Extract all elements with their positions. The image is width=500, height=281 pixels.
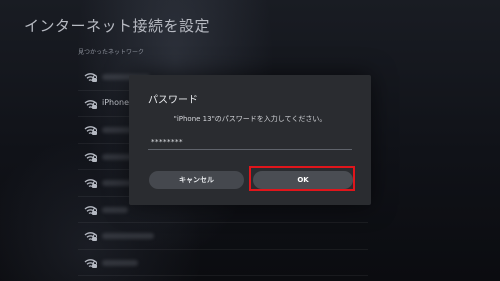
password-dialog: パスワード "iPhone 13"のパスワードを入力してください。 ******… [129,75,371,205]
lock-icon [92,128,97,135]
lock-icon [92,75,97,82]
dialog-title: パスワード [148,95,198,106]
found-networks-label: 見つかったネットワーク [78,49,145,56]
lock-icon [92,260,97,268]
network-name-blurred [102,233,154,239]
network-name-blurred [102,127,132,133]
lock-icon [92,234,97,241]
lock-icon [92,101,97,109]
password-input[interactable]: ******** [148,134,352,150]
network-list-item[interactable] [78,250,368,276]
lock-icon [92,207,97,215]
lock-icon [92,181,97,188]
network-setup-screen: インターネット接続を設定 見つかったネットワーク iPhone 1 パスワード … [0,0,500,281]
lock-icon [92,154,97,162]
dialog-message: "iPhone 13"のパスワードを入力してください。 [173,115,327,123]
network-list-item[interactable] [78,223,368,250]
network-name-blurred [102,259,138,266]
ok-button-highlight [249,166,355,191]
network-name-blurred [102,206,128,213]
cancel-button[interactable]: キャンセル [149,171,244,189]
page-title: インターネット接続を設定 [24,17,211,35]
